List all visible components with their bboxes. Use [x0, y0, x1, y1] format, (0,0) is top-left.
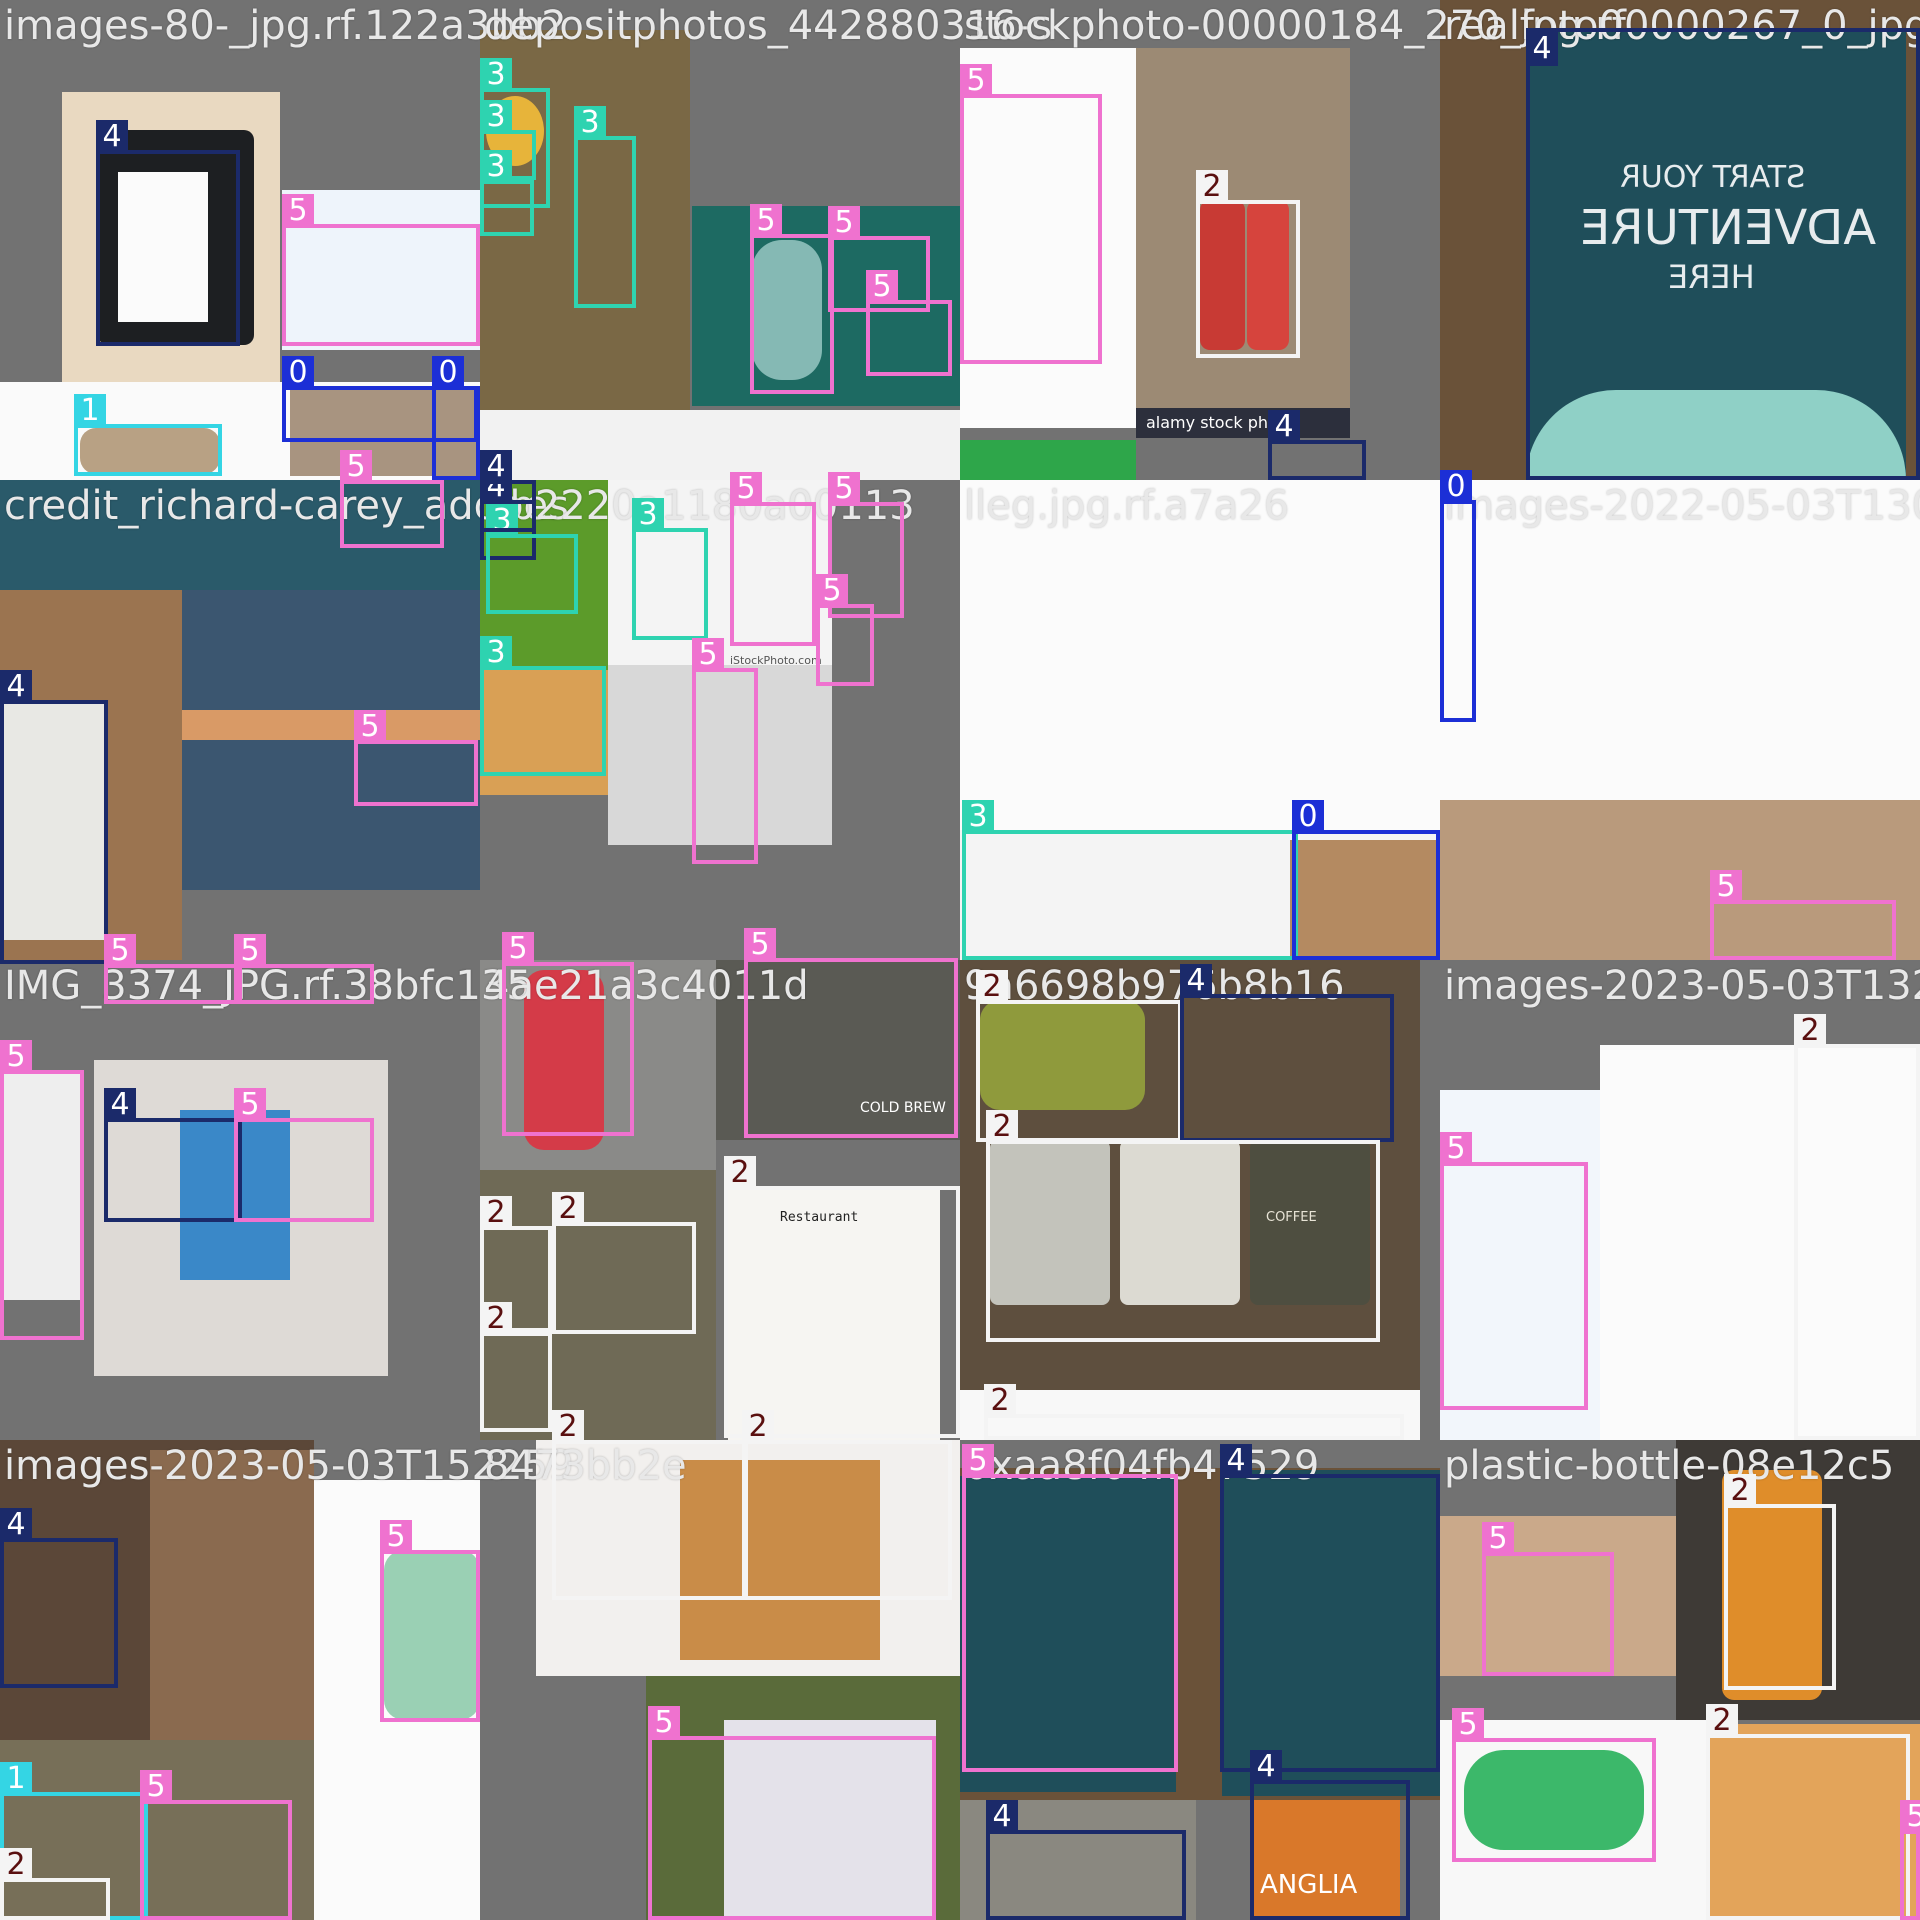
poster-title-3: HERE: [1668, 258, 1755, 296]
scene-wood-2: [1440, 800, 1920, 960]
tile-10: COFFEE: [960, 960, 1440, 1440]
detection-mosaic: alamy stock photo START YOUR ADVENTURE H…: [0, 0, 1920, 1920]
scene-denim: [0, 480, 480, 590]
alamy-watermark: alamy stock photo: [1146, 413, 1294, 432]
can-label-anglia: ANGLIA: [1260, 1870, 1358, 1900]
scene-white-page: [1600, 1045, 1920, 1440]
scene-can-red-2: [1247, 200, 1289, 350]
tile-6: [960, 480, 1440, 960]
tile-0: [0, 0, 480, 480]
scene-snack: [680, 1460, 880, 1660]
scene-mask-2: [1440, 480, 1920, 800]
scene-underwater: [692, 206, 960, 406]
scene-wood-edge: [1290, 840, 1440, 960]
scene-chips: [180, 1110, 290, 1280]
scene-cans-bottom: [0, 1740, 314, 1920]
tile-3: START YOUR ADVENTURE HERE: [1440, 0, 1920, 480]
tile-1: [480, 0, 960, 480]
tile-2: alamy stock photo: [960, 0, 1440, 480]
tile-4: [0, 480, 480, 960]
scene-green-bottle-body: [1464, 1750, 1644, 1850]
scene-gravel-2: [960, 1800, 1196, 1920]
scene-bottle-piece: [80, 428, 220, 474]
scene-receipt-3: [0, 1070, 84, 1300]
clipboard-paper: [118, 172, 208, 322]
scene-wood-3: [1440, 1516, 1680, 1676]
scene-white-bottom: [480, 410, 960, 480]
receipt-title: Restaurant: [780, 1210, 859, 1225]
scene-sea: [182, 590, 480, 890]
scene-bottles-row: [608, 480, 832, 665]
scene-leaflet: [724, 1720, 936, 1920]
scene-cardboard: [290, 386, 480, 476]
scene-green-bag: [384, 1550, 480, 1720]
scene-can-green: [980, 1000, 1145, 1110]
can-label-cold-brew: COLD BREW: [860, 1100, 946, 1116]
scene-cans-lower: [480, 1170, 716, 1440]
poster-hill: [1526, 390, 1906, 480]
tile-9: Restaurant COLD BREW: [480, 960, 960, 1440]
tile-7: [1440, 480, 1920, 960]
tile-11: [1440, 960, 1920, 1440]
scene-food: [1706, 1724, 1920, 1920]
scene-can-orange-body: [1722, 1470, 1822, 1700]
tile-8: [0, 960, 480, 1440]
scene-white-sheet: [282, 190, 480, 350]
scene-white-bag: [1440, 1090, 1600, 1440]
scene-poster-left: [960, 1476, 1176, 1792]
tile-15: [1440, 1440, 1920, 1920]
scene-person: [150, 1450, 314, 1740]
scene-compost-bin: [480, 30, 690, 410]
scene-grey-card: [608, 665, 832, 845]
scene-plastic-bag: [752, 240, 822, 380]
scene-poster-right: [1222, 1470, 1440, 1796]
scene-can-silver: [990, 1140, 1110, 1305]
scene-green-strip: [960, 440, 1136, 480]
tile-14: ANGLIA: [960, 1440, 1440, 1920]
scene-lemon: [486, 96, 544, 166]
tile-12: [0, 1440, 480, 1920]
scene-can-red: [1200, 200, 1245, 350]
poster-title-1: START YOUR: [1620, 160, 1806, 195]
poster-title-2: ADVENTURE: [1580, 200, 1877, 256]
scene-receipt-2: [0, 700, 104, 940]
tile-13: [480, 1440, 960, 1920]
scene-white-floor: [960, 1390, 1420, 1440]
scene-can-white: [1120, 1140, 1240, 1305]
scene-bottles-white: [960, 48, 1136, 428]
scene-limes: [480, 480, 610, 670]
scene-sunset: [182, 710, 480, 740]
istock-watermark: iStockPhoto.com: [730, 654, 822, 667]
can-label-coffee: COFFEE: [1266, 1210, 1317, 1225]
tile-5: iStockPhoto.com: [480, 480, 960, 960]
scene-red-bottle-body: [524, 970, 604, 1150]
scene-can-anglia: [1250, 1800, 1400, 1920]
scene-bread: [480, 670, 608, 795]
